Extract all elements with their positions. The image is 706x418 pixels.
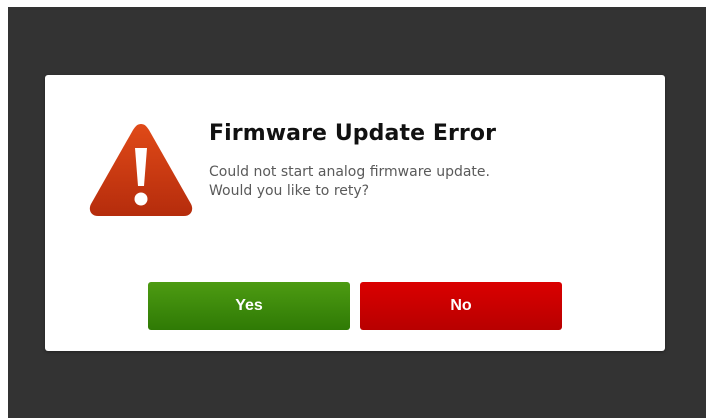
dialog-title: Firmware Update Error: [209, 121, 497, 146]
dialog-message: Could not start analog firmware update. …: [209, 163, 629, 201]
dialog-message-line: Would you like to rety?: [209, 183, 370, 199]
dialog-message-line: Could not start analog firmware update.: [209, 164, 490, 180]
error-dialog: Firmware Update Error Could not start an…: [45, 75, 665, 351]
warning-triangle-icon: [87, 120, 195, 218]
screen-backdrop: Firmware Update Error Could not start an…: [8, 7, 706, 418]
no-button[interactable]: No: [360, 282, 562, 330]
yes-button[interactable]: Yes: [148, 282, 350, 330]
